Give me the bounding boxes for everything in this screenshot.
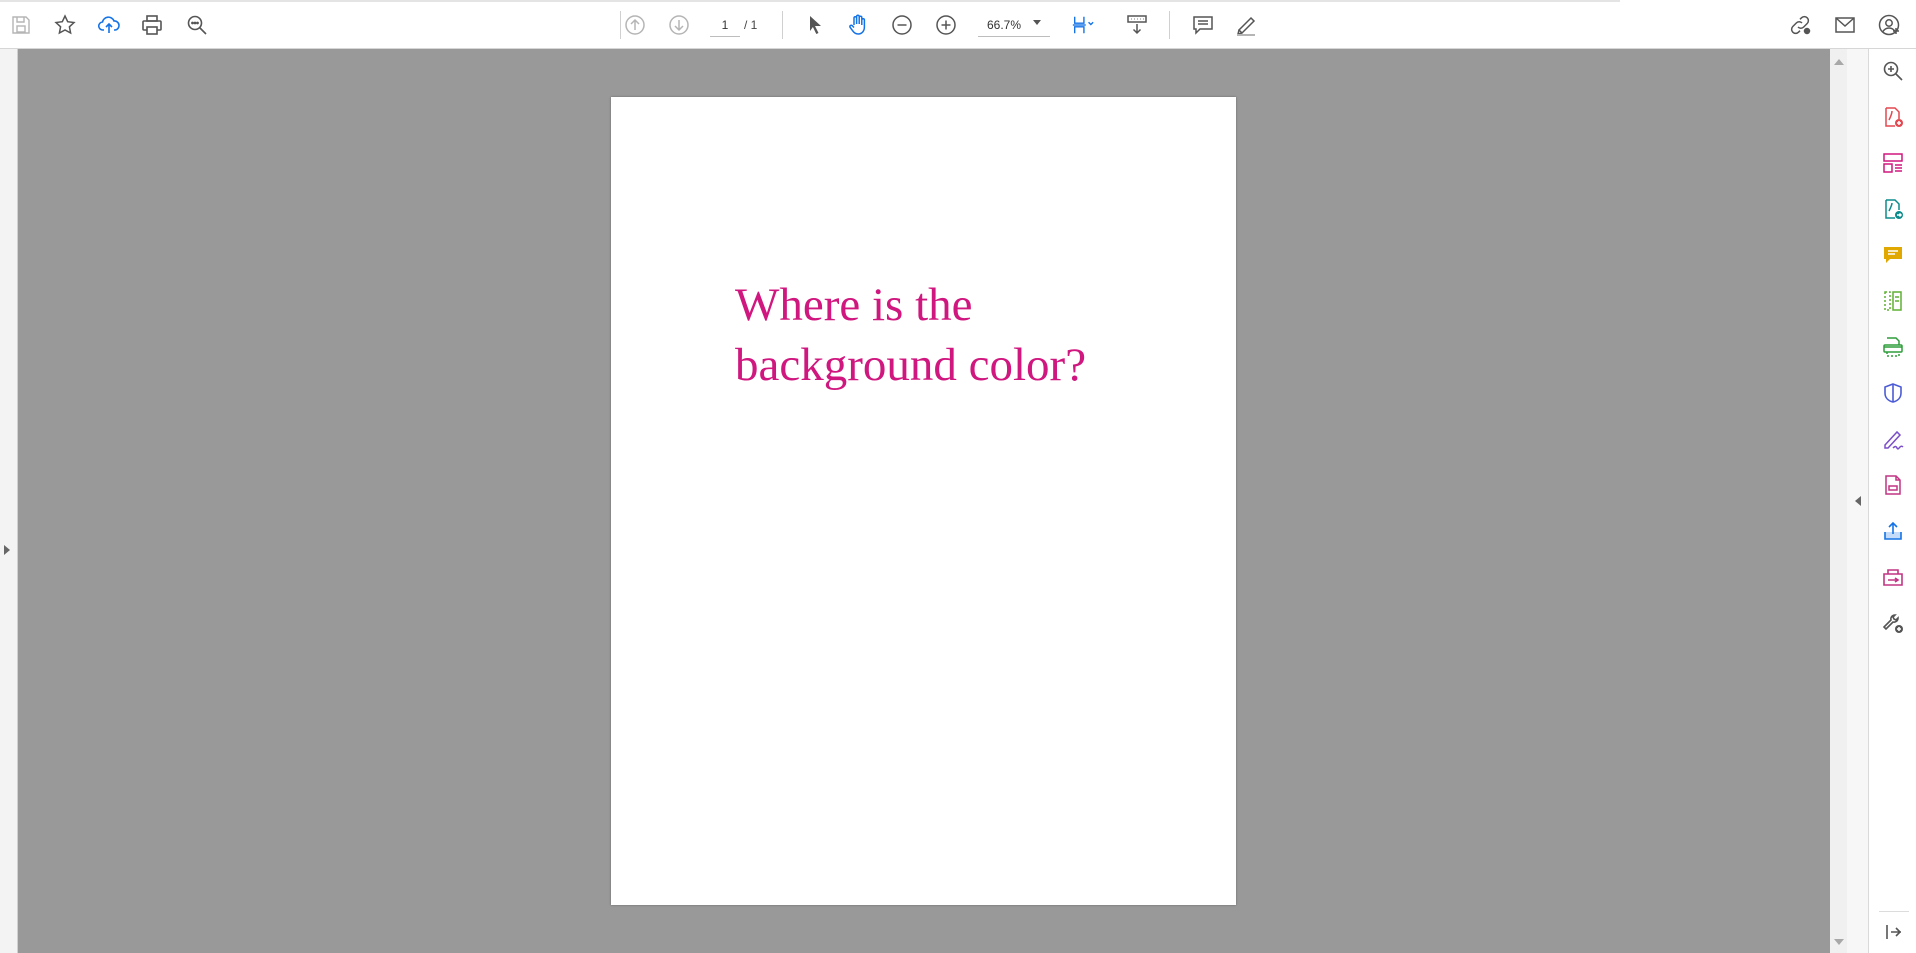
expand-left-panel-icon[interactable] [4, 545, 10, 555]
more-tools-icon[interactable] [1880, 610, 1906, 636]
collapse-right-panel-icon[interactable] [1855, 496, 1861, 506]
protect-icon[interactable] [1880, 380, 1906, 406]
send-for-review-icon[interactable] [1880, 564, 1906, 590]
arrow-down-circle-icon[interactable] [663, 9, 695, 41]
arrow-up-circle-icon[interactable] [619, 9, 651, 41]
organize-pages-icon[interactable] [1880, 150, 1906, 176]
scan-icon[interactable] [1880, 334, 1906, 360]
page-total: / 1 [744, 18, 758, 32]
zoom-in-icon[interactable] [930, 9, 962, 41]
compare-icon[interactable] [1880, 288, 1906, 314]
page-fit-icon[interactable] [1067, 9, 1099, 41]
pen-icon[interactable] [1230, 9, 1262, 41]
scroll-down-arrow[interactable] [1834, 939, 1844, 945]
pointer-icon[interactable] [799, 9, 831, 41]
scroll-mode-icon[interactable] [1121, 9, 1153, 41]
page-number-input[interactable]: 1 [710, 13, 740, 37]
email-icon[interactable] [1829, 9, 1861, 41]
cloud-upload-icon[interactable] [93, 9, 125, 41]
left-nav-strip [0, 49, 18, 953]
page-text: Where is the background color? [735, 279, 1087, 391]
comment-tool-icon[interactable] [1880, 242, 1906, 268]
vertical-scrollbar[interactable] [1830, 49, 1847, 953]
hand-icon[interactable] [842, 9, 874, 41]
zoom-level-input[interactable]: 66.7% [978, 13, 1050, 37]
tools-divider [1879, 911, 1909, 912]
chevron-down-icon[interactable] [1033, 20, 1041, 25]
save-icon[interactable] [5, 9, 37, 41]
document-viewport[interactable]: Where is the background color? [18, 49, 1830, 953]
star-icon[interactable] [49, 9, 81, 41]
export-pdf-icon[interactable] [1880, 196, 1906, 222]
toolbar-separator [782, 11, 783, 39]
pdf-page: Where is the background color? [611, 97, 1236, 905]
create-pdf-icon[interactable] [1880, 104, 1906, 130]
search-zoom-icon[interactable] [1880, 58, 1906, 84]
fill-sign-icon[interactable] [1880, 426, 1906, 452]
scroll-up-arrow[interactable] [1834, 59, 1844, 65]
print-icon[interactable] [136, 9, 168, 41]
share-icon[interactable] [1880, 518, 1906, 544]
search-icon[interactable] [181, 9, 213, 41]
edit-pdf-icon[interactable] [1880, 472, 1906, 498]
tools-pane [1869, 49, 1916, 953]
comment-icon[interactable] [1187, 9, 1219, 41]
account-icon[interactable] [1873, 9, 1905, 41]
top-toolbar: 1 / 1 66.7% [0, 0, 1916, 49]
collapse-panel-icon[interactable] [1880, 919, 1906, 945]
toolbar-separator [1169, 11, 1170, 39]
right-panel-toggle-strip [1847, 49, 1869, 953]
link-share-icon[interactable] [1784, 9, 1816, 41]
zoom-out-icon[interactable] [886, 9, 918, 41]
